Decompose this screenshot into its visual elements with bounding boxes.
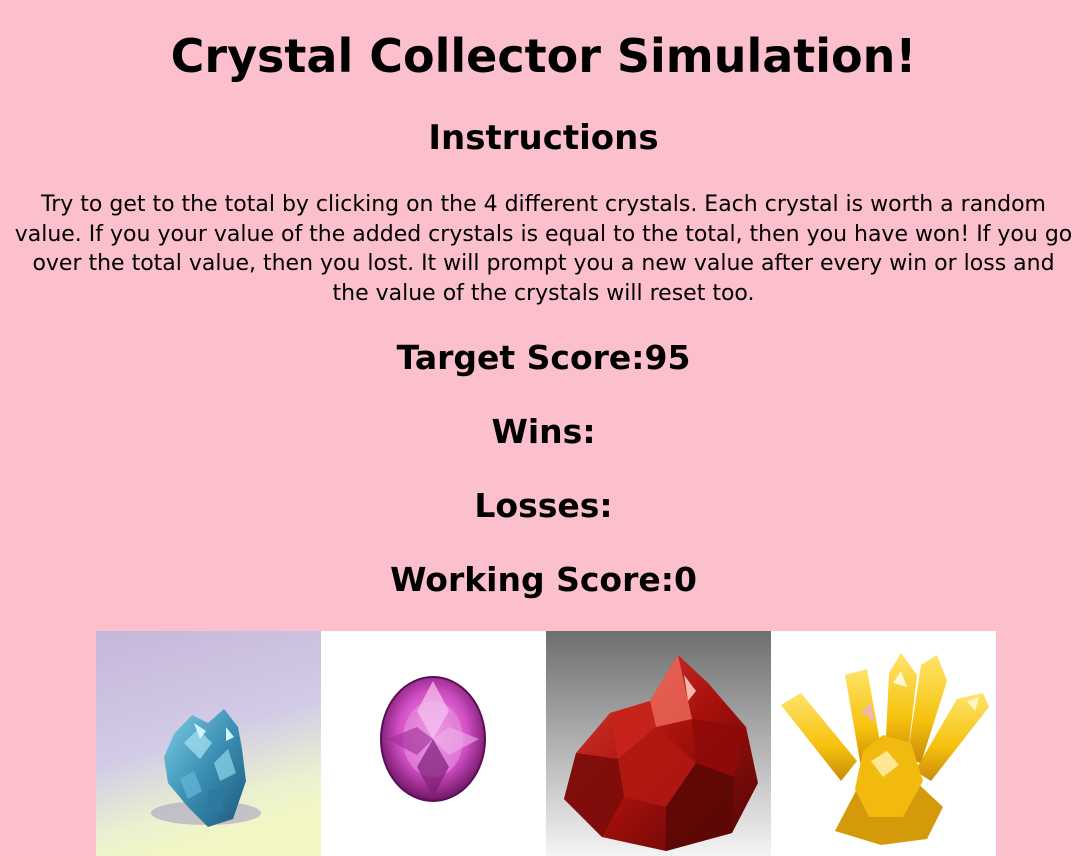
crystal-button-2[interactable] xyxy=(321,631,546,856)
instructions-heading: Instructions xyxy=(428,118,659,158)
crystal-button-4[interactable] xyxy=(771,631,996,856)
crystal-button-3[interactable] xyxy=(546,631,771,856)
losses-label: Losses: xyxy=(474,486,613,525)
wins-label: Wins: xyxy=(491,412,596,451)
crystal-row xyxy=(96,631,996,856)
working-score: Working Score:0 xyxy=(0,560,1087,600)
red-crystal-icon xyxy=(546,631,771,856)
crystal-button-1[interactable] xyxy=(96,631,321,856)
pink-gem-icon xyxy=(321,631,546,856)
target-score: Target Score:95 xyxy=(0,338,1087,378)
working-score-label: Working Score: xyxy=(390,560,674,599)
page-title: Crystal Collector Simulation! xyxy=(170,29,917,83)
target-score-value: 95 xyxy=(644,338,691,377)
blue-crystal-icon xyxy=(96,631,321,856)
instructions-text: Try to get to the total by clicking on t… xyxy=(14,192,1073,306)
yellow-crystal-icon xyxy=(771,631,996,856)
losses-counter: Losses: xyxy=(0,486,1087,526)
working-score-value: 0 xyxy=(673,560,697,599)
target-score-label: Target Score: xyxy=(396,338,645,377)
wins-counter: Wins: xyxy=(0,412,1087,452)
